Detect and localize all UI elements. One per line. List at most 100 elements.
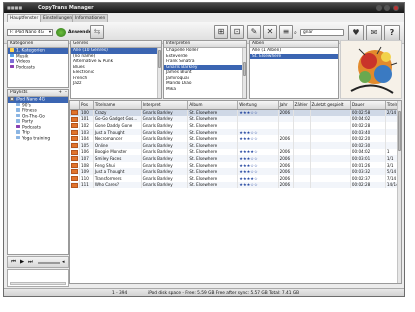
now-playing-area xyxy=(7,269,69,287)
pos-cell: 101 xyxy=(79,115,94,123)
delete-track-button[interactable]: ✕ xyxy=(263,25,277,39)
rating-cell[interactable]: ★★★☆☆ xyxy=(237,128,279,136)
genre-item[interactable]: Jazz xyxy=(71,81,161,87)
table-row[interactable]: 105 Online Gnarls Barkley St. Elsewhere 00:0… xyxy=(70,141,401,149)
duration-cell: 00:02:37 xyxy=(350,174,386,182)
rating-cell[interactable]: ★★★☆☆ xyxy=(237,109,279,116)
table-row[interactable]: 104 Necromancer Gnarls Barkley St. Elsewher… xyxy=(70,135,401,142)
album-item[interactable]: St. Elsewhere xyxy=(250,53,338,59)
playlist-button[interactable]: ≡ xyxy=(279,25,293,39)
duration-cell: 00:01:26 xyxy=(350,161,386,169)
column-header[interactable]: Zähler xyxy=(293,101,311,110)
maximize-button[interactable] xyxy=(384,5,390,11)
rating-cell[interactable]: ★★★★☆ xyxy=(237,174,279,182)
audio-file-icon xyxy=(71,162,78,168)
artists-header[interactable]: Interpreten xyxy=(164,41,246,48)
table-row[interactable]: 100 Crazy Gnarls Barkley St. Elsewhere ★★★☆☆… xyxy=(70,109,401,116)
count-cell xyxy=(293,109,311,116)
artist-item[interactable]: Mika xyxy=(164,87,246,93)
table-row[interactable]: 109 Just a Thought Gnarls Barkley St. Elsew… xyxy=(70,168,401,175)
tab-main[interactable]: Haupt­fenster xyxy=(7,14,42,22)
playlist-item[interactable]: Yoga training xyxy=(8,135,68,142)
title-cell: Necromancer xyxy=(93,135,142,142)
artist-cell: Gnarls Barkley xyxy=(141,168,189,175)
playlists-pane: Playlists + – iPod Nano 4G 90's Fitness … xyxy=(7,89,69,255)
column-header[interactable] xyxy=(70,101,81,110)
table-row[interactable]: 106 Boogie Monster Gnarls Barkley St. Elsew… xyxy=(70,148,401,156)
rating-cell[interactable]: ★★★☆☆ xyxy=(237,135,279,142)
next-icon[interactable]: ⏭ xyxy=(28,259,33,266)
categories-header[interactable]: Kategorien xyxy=(8,41,68,48)
table-row[interactable]: 110 Transformers Gnarls Barkley St. Elsewhe… xyxy=(70,174,401,182)
close-button[interactable] xyxy=(393,5,399,11)
remove-playlist-icon[interactable]: – xyxy=(65,90,67,96)
duration-cell: 00:02:58 xyxy=(350,109,386,116)
progress-bar[interactable] xyxy=(10,282,66,285)
column-header[interactable]: Pos xyxy=(79,101,94,110)
table-row[interactable]: 102 Gone Daddy Gone Gnarls Barkley St. Else… xyxy=(70,122,401,129)
album-cell: St. Elsewhere xyxy=(187,181,239,189)
year-cell xyxy=(278,141,294,149)
folder-icon xyxy=(10,48,14,52)
sync-disabled-icon[interactable]: ⇆ xyxy=(90,25,104,39)
edit-track-button[interactable]: ✎ xyxy=(247,25,261,39)
rating-cell[interactable] xyxy=(237,115,279,123)
column-header[interactable]: Interpret xyxy=(141,101,189,110)
device-select[interactable]: F: iPod Nano 4G ▾ xyxy=(7,29,53,36)
pos-cell: 110 xyxy=(79,174,94,182)
column-header[interactable]: Wertung xyxy=(237,101,279,110)
tracks-scrollbar[interactable] xyxy=(397,101,401,283)
pos-cell: 100 xyxy=(79,109,94,116)
title-cell: Who Cares? xyxy=(93,181,142,189)
artist-cell: Gnarls Barkley xyxy=(141,128,189,136)
duration-cell: 00:02:28 xyxy=(350,181,386,189)
add-playlist-icon[interactable]: + xyxy=(58,90,62,96)
add-folder-button[interactable]: ⊡ xyxy=(230,25,244,39)
track-type-cell xyxy=(70,148,81,156)
artists-scrollbar[interactable] xyxy=(242,48,246,98)
tab-info[interactable]: Informationen xyxy=(72,14,109,22)
rating-cell[interactable]: ★★★☆☆ xyxy=(237,181,279,189)
column-header[interactable]: Titelname xyxy=(93,101,142,110)
apply-icon[interactable] xyxy=(56,28,66,37)
donate-button[interactable]: ♥ xyxy=(348,25,364,41)
help-button[interactable]: ? xyxy=(384,25,400,41)
rating-stars: ★★★☆☆ xyxy=(239,162,258,168)
audio-file-icon xyxy=(71,149,78,155)
table-row[interactable]: 108 Feng Shui Gnarls Barkley St. Elsewhere ★… xyxy=(70,161,401,169)
rating-cell[interactable]: ★★★☆☆ xyxy=(237,155,279,162)
play-icon[interactable]: ▶ xyxy=(20,259,24,265)
previous-icon[interactable]: ⏮ xyxy=(11,259,16,266)
pos-cell: 105 xyxy=(79,141,94,149)
volume-slider[interactable] xyxy=(38,262,60,264)
year-cell: 2006 xyxy=(278,174,294,182)
genres-header[interactable]: Genres xyxy=(71,41,161,48)
rating-cell[interactable]: ★★★★☆ xyxy=(237,148,279,156)
column-header[interactable]: Dauer xyxy=(350,101,386,110)
pos-cell: 108 xyxy=(79,161,94,169)
tracks-table: Pos Titelname Interpret Album Wertung Ja… xyxy=(69,100,402,284)
podcast-icon xyxy=(16,124,20,128)
rating-cell[interactable]: ★★★☆☆ xyxy=(237,161,279,169)
rating-cell[interactable] xyxy=(237,122,279,129)
table-row[interactable]: 103 Just a Thought Gnarls Barkley St. Elsew… xyxy=(70,128,401,136)
genres-scrollbar[interactable] xyxy=(157,48,161,98)
rating-cell[interactable] xyxy=(237,141,279,149)
albums-header[interactable]: Alben xyxy=(250,41,338,48)
minimize-button[interactable] xyxy=(376,5,382,11)
playlist-icon xyxy=(16,135,20,139)
column-header[interactable]: Zuletzt gespielt xyxy=(310,101,351,110)
table-row[interactable]: 101 Go-Go Gadget Gos... Gnarls Barkley St. … xyxy=(70,115,401,123)
email-button[interactable]: ✉ xyxy=(366,25,382,41)
column-header[interactable]: Jahr xyxy=(278,101,294,110)
add-track-button[interactable]: ⊞ xyxy=(214,25,228,39)
tab-settings[interactable]: Einstellungen xyxy=(40,14,76,22)
count-cell xyxy=(293,174,311,182)
table-row[interactable]: 111 Who Cares? Gnarls Barkley St. Elsewhere… xyxy=(70,181,401,189)
rating-cell[interactable]: ★★★☆☆ xyxy=(237,168,279,175)
table-row[interactable]: 107 Smiley Faces Gnarls Barkley St. Elsewhe… xyxy=(70,155,401,162)
title-cell: Feng Shui xyxy=(93,161,142,169)
category-item[interactable]: Podcasts xyxy=(8,64,68,71)
column-header[interactable]: Album xyxy=(187,101,239,110)
search-input[interactable]: gnar xyxy=(300,29,344,36)
